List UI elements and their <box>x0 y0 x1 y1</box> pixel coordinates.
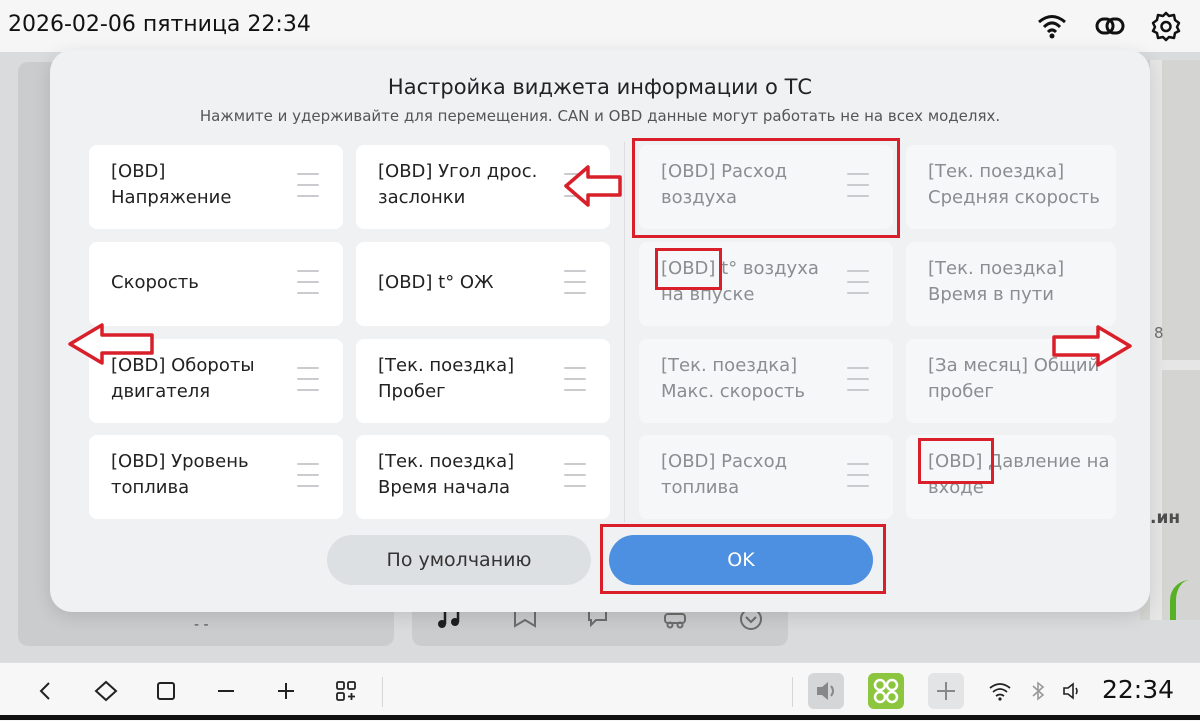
recent-apps-icon[interactable] <box>154 679 178 703</box>
highlight-box-obd-tag-2 <box>918 438 994 484</box>
drag-handle-icon[interactable] <box>297 367 319 393</box>
nav-separator <box>382 677 383 707</box>
highlight-box-ok-button <box>600 524 886 594</box>
widget-tile-obd-coolant[interactable]: [OBD] t° ОЖ <box>356 242 610 326</box>
drag-handle-icon[interactable] <box>564 367 586 393</box>
wifi-icon <box>1038 15 1066 39</box>
link-icon[interactable] <box>1094 10 1126 42</box>
sound-app-tile[interactable] <box>808 673 844 709</box>
volume-up-icon[interactable] <box>274 679 298 703</box>
tile-label: [OBD] t° ОЖ <box>378 272 494 293</box>
arrow-left-icon <box>68 323 154 365</box>
arrow-left-icon <box>564 165 622 207</box>
launcher-app-tile[interactable] <box>868 673 904 709</box>
dialog-subtitle: Нажмите и удерживайте для перемещения. C… <box>199 107 1001 125</box>
status-datetime: 2026-02-06 пятница 22:34 <box>8 12 311 37</box>
four-circles-icon <box>873 678 899 704</box>
drag-handle-icon[interactable] <box>564 463 586 489</box>
drag-handle-icon[interactable] <box>297 463 319 489</box>
drag-handle-icon[interactable] <box>847 270 869 296</box>
drag-handle-icon[interactable] <box>847 367 869 393</box>
column-divider <box>624 142 625 522</box>
apps-grid-icon[interactable] <box>334 679 358 703</box>
widget-tile-trip-max-speed[interactable]: [Тек. поездка] Макс. скорость <box>639 339 893 423</box>
drag-handle-icon[interactable] <box>297 173 319 199</box>
widget-tile-obd-voltage[interactable]: [OBD] Напряжение <box>89 145 343 229</box>
add-app-tile[interactable] <box>928 673 964 709</box>
nav-clock: 22:34 <box>1101 675 1174 704</box>
widget-tile-trip-duration[interactable]: [Тек. поездка] Время в пути <box>906 242 1116 326</box>
widget-tile-trip-start-time[interactable]: [Тек. поездка] Время начала <box>356 435 610 519</box>
wifi-icon <box>989 683 1011 701</box>
widget-tile-obd-fuel-level[interactable]: [OBD] Уровень топлива <box>89 435 343 519</box>
home-icon[interactable] <box>94 679 118 703</box>
default-button[interactable]: По умолчанию <box>327 535 591 585</box>
tile-label: [OBD] Уровень топлива <box>111 451 249 498</box>
tile-label: [Тек. поездка] Средняя скорость <box>928 161 1100 208</box>
widget-tile-trip-distance[interactable]: [Тек. поездка] Пробег <box>356 339 610 423</box>
nav-separator <box>792 677 793 707</box>
drag-handle-icon[interactable] <box>847 463 869 489</box>
highlight-box-obd-tag <box>655 248 722 290</box>
dialog-title: Настройка виджета информации о ТС <box>387 75 813 99</box>
tile-label: [Тек. поездка] Пробег <box>378 355 515 402</box>
widget-tile-speed[interactable]: Скорость <box>89 242 343 326</box>
plus-icon <box>937 682 955 700</box>
tile-label: [Тек. поездка] Время начала <box>378 451 515 498</box>
widget-tile-trip-avg-speed[interactable]: [Тек. поездка] Средняя скорость <box>906 145 1116 229</box>
tile-label: [Тек. поездка] Макс. скорость <box>661 355 805 402</box>
back-icon[interactable] <box>34 679 58 703</box>
widget-tile-obd-fuel-consumption[interactable]: [OBD] Расход топлива <box>639 435 893 519</box>
speaker-icon <box>817 682 834 700</box>
drag-handle-icon[interactable] <box>564 270 586 296</box>
drag-handle-icon[interactable] <box>297 270 319 296</box>
volume-icon[interactable] <box>1060 679 1084 703</box>
tile-label: [OBD] Напряжение <box>111 161 232 208</box>
settings-gear-icon[interactable] <box>1150 10 1182 42</box>
tile-label: [Тек. поездка] Время в пути <box>928 258 1065 305</box>
screen-bottom-edge <box>0 715 1200 720</box>
bottom-navigation-bar: 22:34 <box>0 662 1200 721</box>
tile-label: [OBD] Угол дрос. заслонки <box>378 161 538 208</box>
volume-down-icon[interactable] <box>214 679 238 703</box>
status-bar: 2026-02-06 пятница 22:34 <box>0 0 1200 52</box>
tile-label: Скорость <box>111 272 199 293</box>
tile-label: [OBD] Расход топлива <box>661 451 788 498</box>
highlight-box-air-flow <box>632 138 900 238</box>
bluetooth-icon <box>1032 681 1045 701</box>
arrow-right-icon <box>1052 325 1132 367</box>
